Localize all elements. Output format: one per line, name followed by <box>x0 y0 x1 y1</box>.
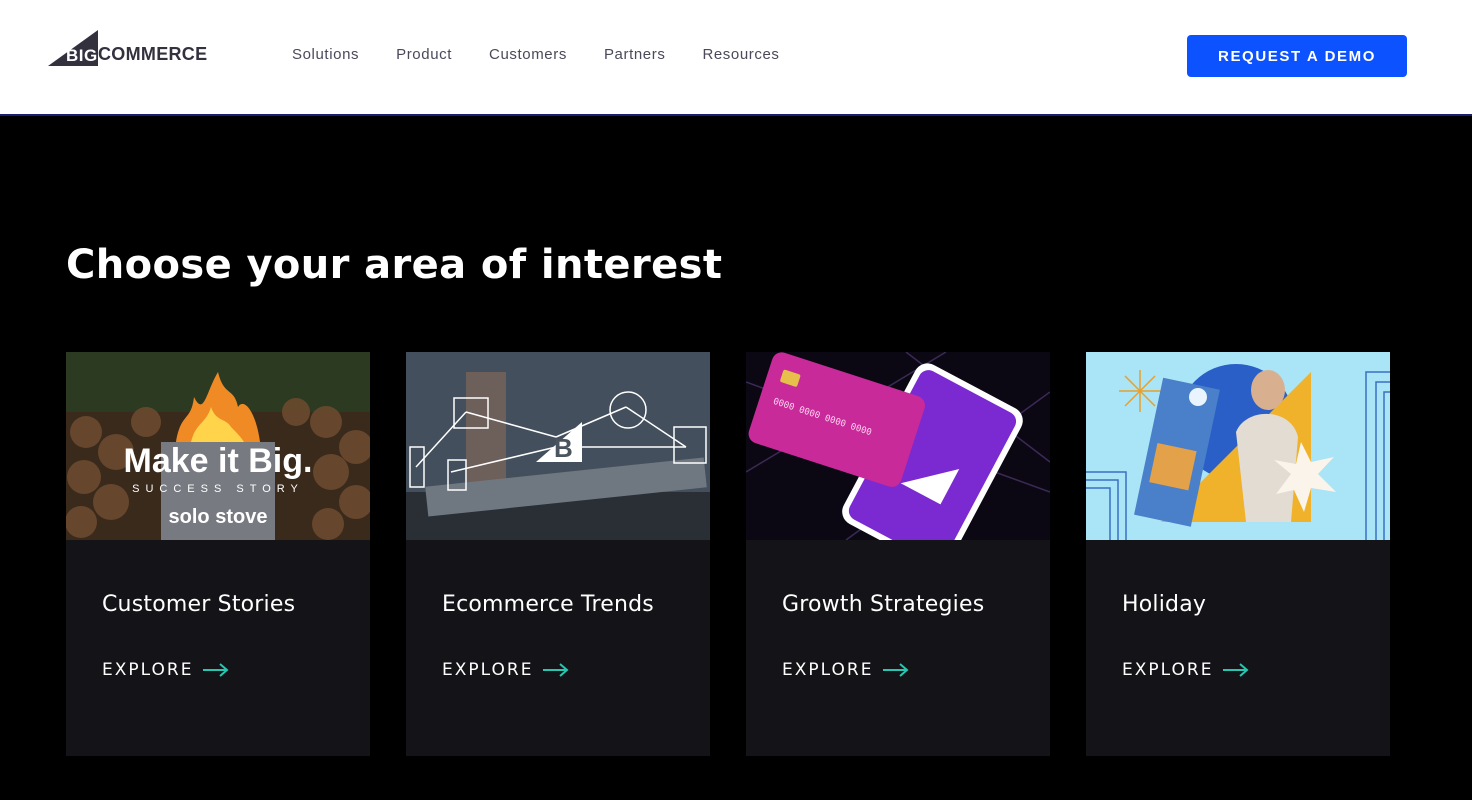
explore-label: EXPLORE <box>1122 660 1214 680</box>
tablet-network-icon: B <box>406 352 710 540</box>
explore-label: EXPLORE <box>442 660 534 680</box>
woman-gift-icon <box>1086 352 1390 540</box>
logo-commerce-text: COMMERCE <box>98 44 208 64</box>
arrow-right-icon <box>203 663 229 677</box>
card-title: Growth Strategies <box>782 592 985 617</box>
primary-nav: Solutions Product Customers Partners Res… <box>292 46 817 63</box>
card-holiday[interactable]: Holiday EXPLORE <box>1086 352 1390 756</box>
card-title: Customer Stories <box>102 592 296 617</box>
nav-item-resources[interactable]: Resources <box>702 46 779 63</box>
image-brand: solo stove <box>168 506 268 528</box>
nav-item-partners[interactable]: Partners <box>604 46 666 63</box>
card-title: Holiday <box>1122 592 1207 617</box>
image-headline: Make it Big. <box>123 442 313 480</box>
request-demo-button[interactable]: REQUEST A DEMO <box>1187 35 1407 77</box>
explore-link[interactable]: EXPLORE <box>102 660 229 680</box>
nav-item-product[interactable]: Product <box>396 46 452 63</box>
nav-item-customers[interactable]: Customers <box>489 46 567 63</box>
explore-label: EXPLORE <box>102 660 194 680</box>
card-image-card-phone: 0000 0000 0000 0000 <box>746 352 1050 540</box>
logo-big-text: BIG <box>66 46 98 65</box>
card-growth-strategies[interactable]: 0000 0000 0000 0000 Growth Strategies EX… <box>746 352 1050 756</box>
credit-card-phone-icon: 0000 0000 0000 0000 <box>746 352 1050 540</box>
svg-text:B: B <box>554 433 573 463</box>
image-subhead: SUCCESS STORY <box>132 483 304 495</box>
explore-link[interactable]: EXPLORE <box>442 660 569 680</box>
bigcommerce-logo[interactable]: BIG COMMERCE <box>48 30 218 70</box>
site-header: BIG COMMERCE Solutions Product Customers… <box>0 0 1472 116</box>
page-title: Choose your area of interest <box>66 242 723 288</box>
explore-link[interactable]: EXPLORE <box>1122 660 1249 680</box>
arrow-right-icon <box>883 663 909 677</box>
arrow-right-icon <box>1223 663 1249 677</box>
arrow-right-icon <box>543 663 569 677</box>
card-customer-stories[interactable]: Make it Big. SUCCESS STORY solo stove Cu… <box>66 352 370 756</box>
main-content: Choose your area of interest Make it Big… <box>0 118 1472 800</box>
card-image-fire-pit: Make it Big. SUCCESS STORY solo stove <box>66 352 370 540</box>
explore-link[interactable]: EXPLORE <box>782 660 909 680</box>
card-ecommerce-trends[interactable]: B Ecommerce Trends EXPLORE <box>406 352 710 756</box>
card-title: Ecommerce Trends <box>442 592 654 617</box>
explore-label: EXPLORE <box>782 660 874 680</box>
card-image-tablet: B <box>406 352 710 540</box>
card-image-holiday <box>1086 352 1390 540</box>
nav-item-solutions[interactable]: Solutions <box>292 46 359 63</box>
